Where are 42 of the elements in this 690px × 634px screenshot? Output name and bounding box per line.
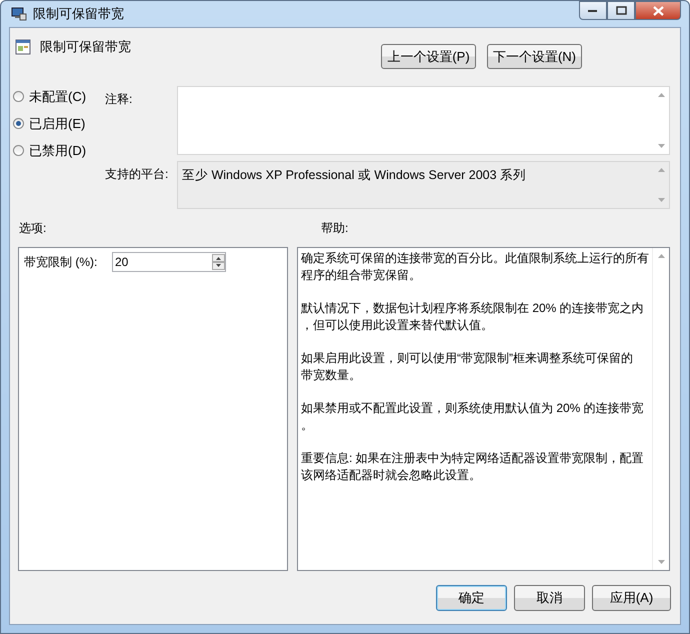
help-paragraph: 确定系统可保留的连接带宽的百分比。此值限制系统上运行的所有 程序的组合带宽保留。 xyxy=(301,250,649,284)
scroll-down-icon xyxy=(658,560,664,564)
nav-button[interactable]: 上一个设置(P) xyxy=(381,44,476,69)
radio-label[interactable]: 已启用(E) xyxy=(29,114,86,132)
computer-icon xyxy=(11,6,27,22)
help-paragraph: 默认情况下，数据包计划程序将系统限制在 20% 的连接带宽之内 ，但可以使用此设置来替代默认值。 xyxy=(301,300,645,334)
dialog-button[interactable]: 取消 xyxy=(514,585,585,611)
spin-field[interactable]: 20 xyxy=(112,252,226,272)
radio-button[interactable] xyxy=(13,145,24,156)
minimize-button[interactable] xyxy=(579,1,607,20)
scroll-up-icon xyxy=(658,254,664,258)
dialog-button[interactable]: 应用(A) xyxy=(592,585,671,611)
scroll-down-icon xyxy=(658,198,664,202)
policy-icon xyxy=(15,39,31,55)
dialog-button[interactable]: 确定 xyxy=(436,585,507,611)
help-paragraph: 重要信息: 如果在注册表中为特定网络适配器设置带宽限制，配置 该网络适配器时就会忽略此设置。 xyxy=(301,450,645,484)
spin-down-icon xyxy=(212,262,225,270)
help-paragraph: 如果禁用或不配置此设置，则系统使用默认值为 20% 的连接带宽 。 xyxy=(301,400,645,434)
scroll-up-icon xyxy=(658,93,664,97)
platform-label: 支持的平台: xyxy=(105,166,170,183)
radio-button[interactable] xyxy=(13,118,24,129)
radio-label[interactable]: 未配置(C) xyxy=(29,88,86,106)
close-button[interactable] xyxy=(635,1,681,20)
maximize-button[interactable] xyxy=(607,1,635,20)
nav-button[interactable]: 下一个设置(N) xyxy=(487,44,582,69)
scroll-up-icon xyxy=(658,168,664,172)
minimize-icon xyxy=(588,8,598,12)
help-label: 帮助: xyxy=(321,220,348,236)
window-title: 限制可保留带宽 xyxy=(33,5,124,23)
spin-up-icon xyxy=(212,254,225,262)
field-label: 带宽限制 (%): xyxy=(24,254,98,270)
scroll-down-icon xyxy=(658,144,664,148)
radio-button[interactable] xyxy=(13,91,24,102)
radio-label[interactable]: 已禁用(D) xyxy=(29,142,86,160)
maximize-icon xyxy=(616,6,626,15)
help-paragraph: 如果启用此设置，则可以使用“带宽限制”框来调整系统可保留的 带宽数量。 xyxy=(301,350,634,384)
close-icon xyxy=(652,6,664,16)
comment-label: 注释: xyxy=(105,91,134,108)
policy-name: 限制可保留带宽 xyxy=(40,38,131,56)
comment-field[interactable] xyxy=(177,86,670,155)
options-label: 选项: xyxy=(19,220,48,236)
platform-text: 至少 Windows XP Professional 或 Windows Server 2003 系列 xyxy=(181,167,528,184)
